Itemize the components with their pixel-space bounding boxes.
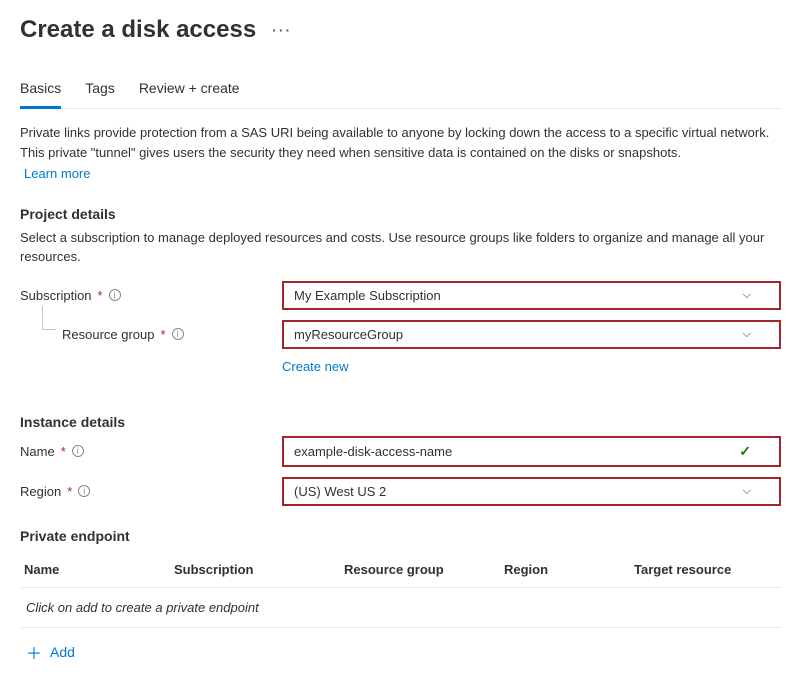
create-new-link[interactable]: Create new — [282, 359, 348, 374]
required-indicator: * — [98, 288, 103, 303]
private-endpoint-table: Name Subscription Resource group Region … — [20, 552, 781, 676]
add-label: Add — [50, 644, 75, 660]
info-icon[interactable]: i — [172, 328, 184, 340]
page-title: Create a disk access — [20, 16, 256, 44]
subscription-value: My Example Subscription — [294, 288, 441, 303]
required-indicator: * — [161, 327, 166, 342]
col-subscription: Subscription — [174, 562, 344, 577]
project-details-heading: Project details — [20, 206, 781, 222]
learn-more-link[interactable]: Learn more — [24, 164, 90, 184]
col-resource-group: Resource group — [344, 562, 504, 577]
info-icon[interactable]: i — [78, 485, 90, 497]
chevron-down-icon: ⌵ — [743, 328, 751, 341]
info-icon[interactable]: i — [72, 445, 84, 457]
tab-bar: Basics Tags Review + create — [20, 72, 781, 109]
add-button[interactable]: ＋ Add — [20, 628, 781, 676]
name-input[interactable]: example-disk-access-name ✓ — [282, 436, 781, 467]
resource-group-select[interactable]: myResourceGroup ⌵ — [282, 320, 781, 349]
chevron-down-icon: ⌵ — [743, 289, 751, 302]
tree-connector — [42, 306, 56, 330]
tab-review-create[interactable]: Review + create — [139, 72, 240, 108]
resource-group-label: Resource group — [62, 327, 155, 342]
private-endpoint-heading: Private endpoint — [20, 528, 781, 544]
subscription-label: Subscription — [20, 288, 92, 303]
intro-text: Private links provide protection from a … — [20, 125, 769, 160]
col-region: Region — [504, 562, 634, 577]
name-label: Name — [20, 444, 55, 459]
required-indicator: * — [61, 444, 66, 459]
table-header-row: Name Subscription Resource group Region … — [20, 552, 781, 588]
region-value: (US) West US 2 — [294, 484, 386, 499]
col-target-resource: Target resource — [634, 562, 777, 577]
info-icon[interactable]: i — [109, 289, 121, 301]
project-details-subtext: Select a subscription to manage deployed… — [20, 228, 781, 267]
name-value: example-disk-access-name — [294, 444, 452, 459]
empty-state-text: Click on add to create a private endpoin… — [20, 588, 781, 628]
col-name: Name — [24, 562, 174, 577]
check-icon: ✓ — [739, 443, 751, 460]
resource-group-value: myResourceGroup — [294, 327, 403, 342]
required-indicator: * — [67, 484, 72, 499]
tab-tags[interactable]: Tags — [85, 72, 115, 108]
subscription-select[interactable]: My Example Subscription ⌵ — [282, 281, 781, 310]
region-label: Region — [20, 484, 61, 499]
instance-details-heading: Instance details — [20, 414, 781, 430]
chevron-down-icon: ⌵ — [743, 485, 751, 498]
region-select[interactable]: (US) West US 2 ⌵ — [282, 477, 781, 506]
tab-basics[interactable]: Basics — [20, 72, 61, 109]
more-actions-icon[interactable]: ··· — [272, 22, 292, 38]
